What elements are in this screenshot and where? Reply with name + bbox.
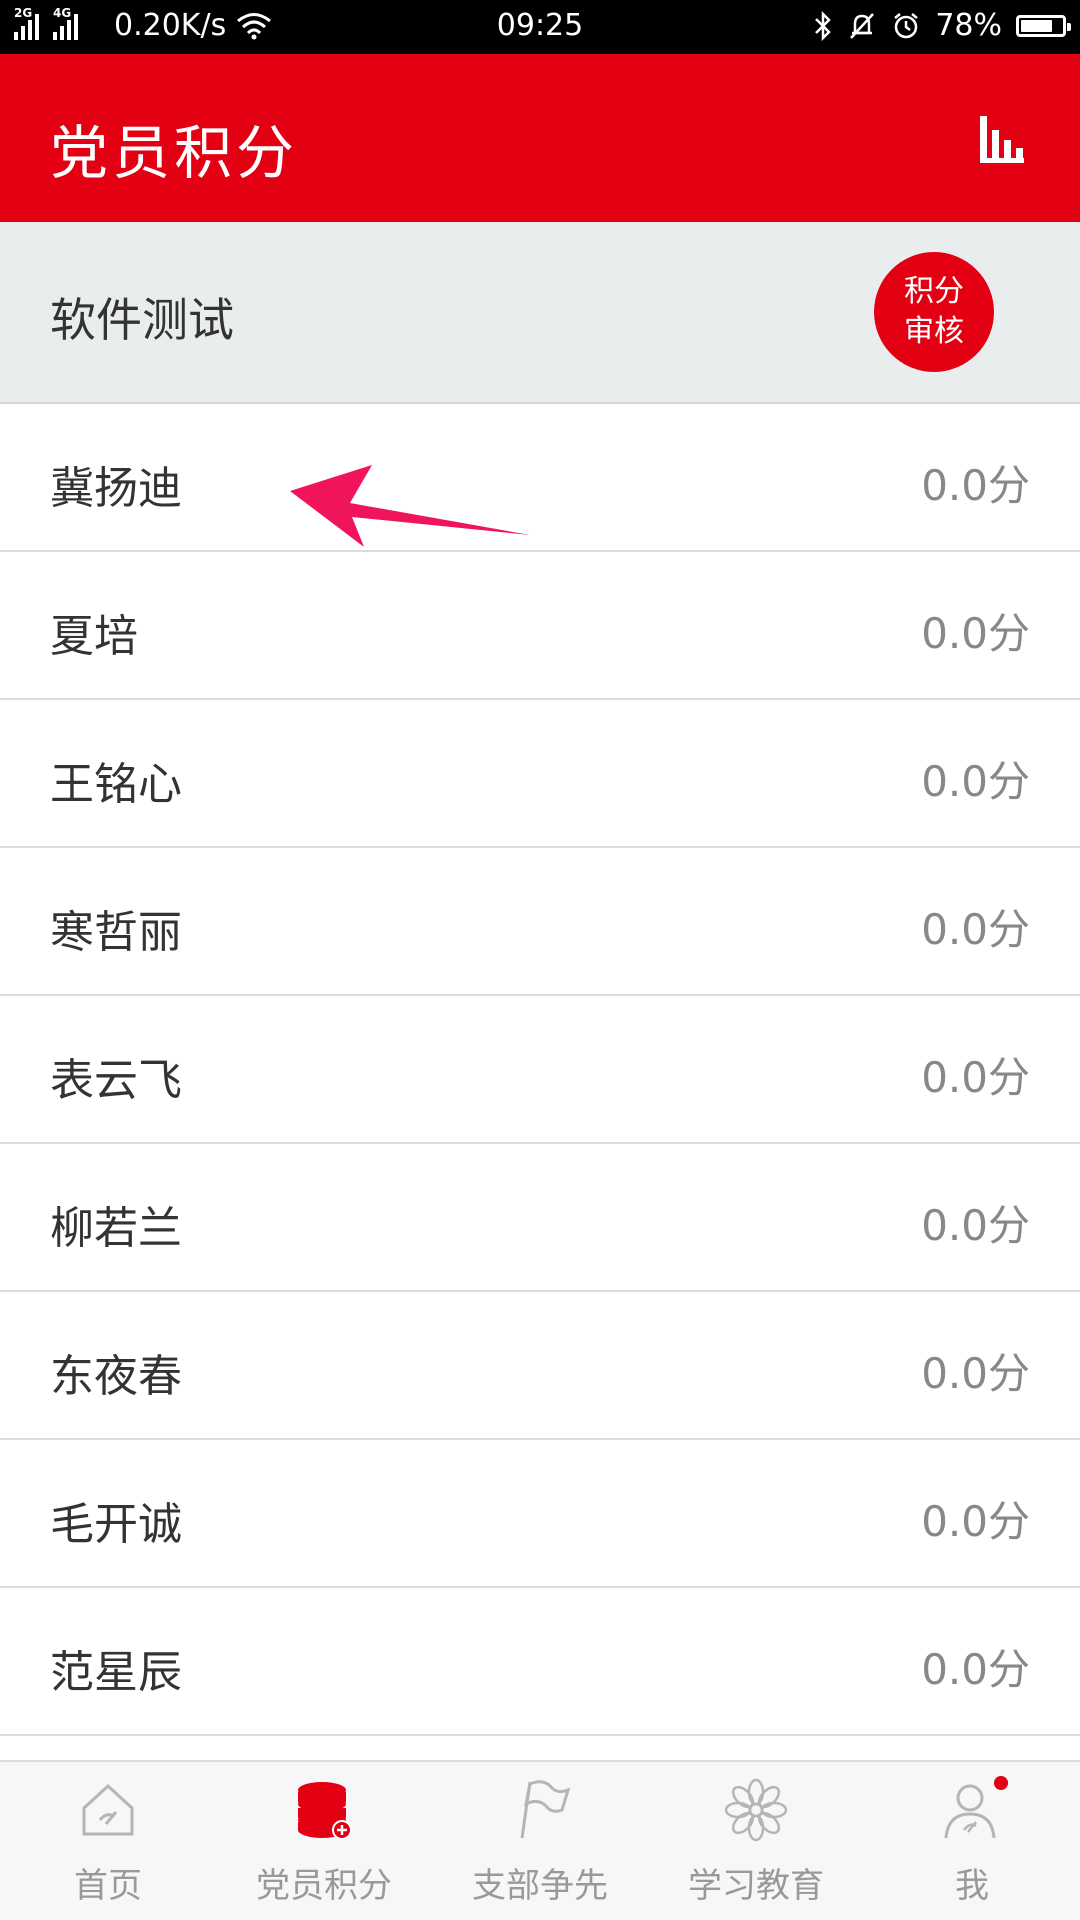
app-header: 党员积分 <box>0 54 1080 222</box>
flower-icon <box>724 1778 788 1842</box>
member-score: 0.0分 <box>921 1645 1030 1694</box>
nav-points[interactable]: 党员积分 <box>216 1762 432 1920</box>
member-row[interactable]: 寒哲丽 0.0分 <box>0 848 1080 996</box>
member-score: 0.0分 <box>921 905 1030 954</box>
bluetooth-icon <box>815 10 832 41</box>
page-title: 党员积分 <box>50 119 299 187</box>
notification-dot <box>994 1776 1008 1790</box>
member-score: 0.0分 <box>921 609 1030 658</box>
profile-icon <box>944 1784 996 1839</box>
nav-home[interactable]: 首页 <box>0 1762 216 1920</box>
member-name: 寒哲丽 <box>50 907 182 958</box>
member-row[interactable]: 东夜春 0.0分 <box>0 1292 1080 1440</box>
status-right: 78% <box>813 8 1071 43</box>
bottom-nav: 首页 党员积分 支部争先 学习教育 我 <box>0 1760 1080 1920</box>
member-name: 柳若兰 <box>50 1203 182 1254</box>
member-name: 王铭心 <box>50 759 182 810</box>
flag-icon <box>520 1780 571 1839</box>
branch-name: 软件测试 <box>50 293 234 347</box>
nav-me-label: 我 <box>955 1866 989 1906</box>
review-label-line2: 审核 <box>904 314 964 349</box>
points-database-icon <box>298 1782 352 1840</box>
nav-points-label: 党员积分 <box>256 1866 392 1906</box>
mute-bell-icon <box>850 12 875 39</box>
member-score: 0.0分 <box>921 757 1030 806</box>
member-list: 冀扬迪 0.0分 夏培 0.0分 王铭心 0.0分 寒哲丽 0.0分 表云飞 0… <box>0 404 1080 1736</box>
battery-fill <box>1021 19 1053 32</box>
nav-study[interactable]: 学习教育 <box>648 1762 864 1920</box>
member-name: 冀扬迪 <box>50 463 182 514</box>
bar-chart-icon[interactable] <box>978 112 1028 166</box>
review-label-line1: 积分 <box>904 274 964 309</box>
member-row[interactable]: 王铭心 0.0分 <box>0 700 1080 848</box>
member-row[interactable]: 夏培 0.0分 <box>0 552 1080 700</box>
member-name: 毛开诚 <box>50 1499 182 1550</box>
member-row[interactable]: 柳若兰 0.0分 <box>0 1144 1080 1292</box>
alarm-icon <box>894 12 919 38</box>
member-name: 夏培 <box>50 611 138 662</box>
branch-row: 软件测试 积分 审核 <box>0 222 1080 404</box>
member-name: 范星辰 <box>50 1647 182 1698</box>
member-row[interactable]: 毛开诚 0.0分 <box>0 1440 1080 1588</box>
battery-percent: 78% <box>935 8 1002 43</box>
battery-icon <box>1016 14 1071 37</box>
member-score: 0.0分 <box>921 1201 1030 1250</box>
home-icon <box>82 1783 134 1836</box>
member-score: 0.0分 <box>921 1053 1030 1102</box>
member-name: 表云飞 <box>50 1055 182 1106</box>
member-row[interactable]: 表云飞 0.0分 <box>0 996 1080 1144</box>
status-bar: 2G 4G 0.20K/s 09:25 78% <box>0 0 1080 54</box>
member-row[interactable]: 范星辰 0.0分 <box>0 1588 1080 1736</box>
nav-study-label: 学习教育 <box>688 1866 824 1906</box>
nav-me[interactable]: 我 <box>864 1762 1080 1920</box>
nav-home-label: 首页 <box>74 1866 142 1906</box>
nav-branch-label: 支部争先 <box>472 1866 608 1906</box>
points-review-button[interactable]: 积分 审核 <box>874 252 994 372</box>
nav-branch[interactable]: 支部争先 <box>432 1762 648 1920</box>
member-score: 0.0分 <box>921 461 1030 510</box>
member-row[interactable]: 冀扬迪 0.0分 <box>0 404 1080 552</box>
member-name: 东夜春 <box>50 1351 182 1402</box>
member-score: 0.0分 <box>921 1497 1030 1546</box>
member-score: 0.0分 <box>921 1349 1030 1398</box>
